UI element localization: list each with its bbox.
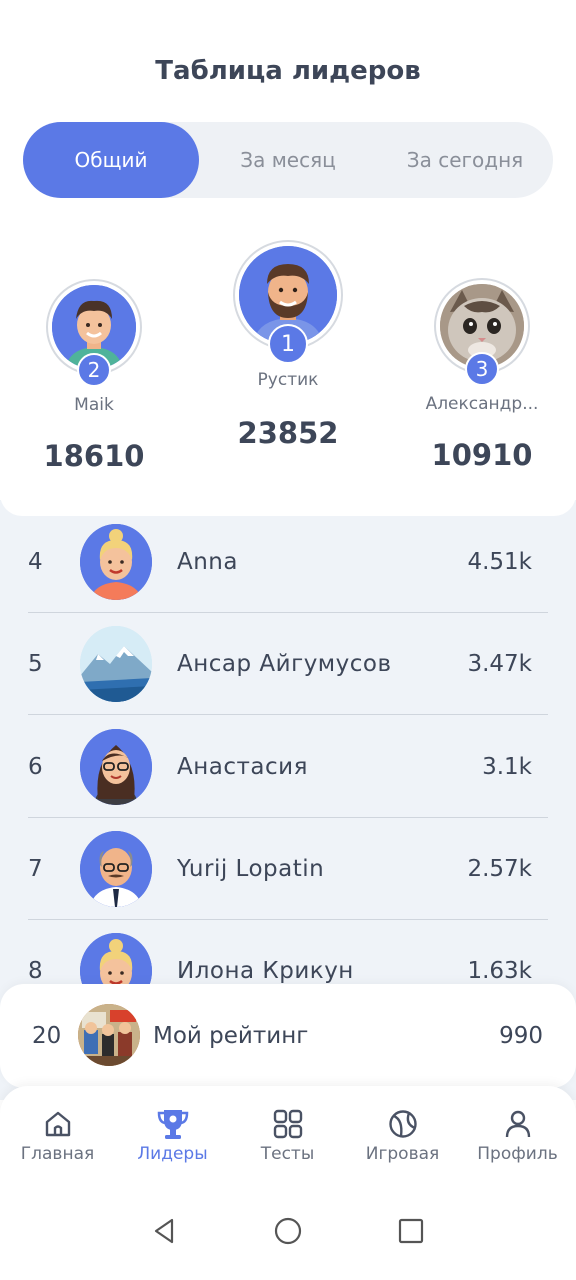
page-title: Таблица лидеров — [155, 56, 421, 86]
woman-glasses-avatar — [80, 729, 152, 805]
nav-label: Главная — [20, 1144, 95, 1164]
nav-home[interactable]: Главная — [0, 1108, 115, 1164]
podium-third[interactable]: 3 Александр... 10910 — [426, 278, 538, 472]
podium-name: Maik — [74, 395, 114, 415]
my-rank-number: 20 — [32, 1023, 62, 1049]
list-item[interactable]: 4 Anna 4.51k — [0, 511, 576, 613]
avatar: 2 — [46, 279, 142, 387]
user-score: 4.51k — [467, 549, 532, 575]
rank-badge: 2 — [77, 353, 111, 387]
my-rating-label: Мой рейтинг — [153, 1023, 309, 1049]
nav-leaders[interactable]: Лидеры — [115, 1108, 230, 1164]
avatar: 1 — [233, 240, 343, 364]
trophy-icon — [157, 1110, 188, 1139]
rank-number: 5 — [28, 651, 43, 677]
bald-man-avatar — [80, 831, 152, 907]
ball-icon — [388, 1110, 417, 1138]
bottom-navigation: Главная Лидеры Тесты Игровая Профиль — [0, 1086, 576, 1196]
user-name: Ансар Айгумусов — [177, 651, 392, 677]
mountain-photo-avatar — [80, 626, 152, 702]
rank-number: 7 — [28, 856, 43, 882]
system-navigation-bar — [0, 1196, 576, 1280]
leaderboard-header-card: Таблица лидеров Общий За месяц За сегодн… — [0, 0, 576, 516]
podium-first[interactable]: 1 Рустик 23852 — [233, 240, 343, 450]
period-tabs: Общий За месяц За сегодня — [23, 122, 553, 198]
nav-label: Игровая — [365, 1144, 440, 1164]
tab-today[interactable]: За сегодня — [377, 122, 553, 198]
podium-score: 23852 — [237, 416, 339, 450]
recents-icon[interactable] — [396, 1216, 426, 1246]
podium-score: 10910 — [431, 438, 533, 472]
user-name: Yurij Lopatin — [177, 856, 325, 882]
rank-number: 6 — [28, 754, 43, 780]
user-score: 3.1k — [482, 754, 532, 780]
user-score: 2.57k — [467, 856, 532, 882]
user-score: 3.47k — [467, 651, 532, 677]
tab-month[interactable]: За месяц — [200, 122, 376, 198]
list-item[interactable]: 7 Yurij Lopatin 2.57k — [0, 818, 576, 920]
nav-label: Профиль — [477, 1144, 558, 1164]
home-icon — [45, 1111, 70, 1137]
rank-number: 4 — [28, 549, 43, 575]
user-name: Анастасия — [177, 754, 308, 780]
avatar: 3 — [434, 278, 530, 386]
nav-label: Лидеры — [137, 1144, 208, 1164]
rank-badge: 3 — [465, 352, 499, 386]
cartoon-photo-avatar — [78, 1004, 140, 1066]
my-rating-card[interactable]: 20 Мой рейтинг 990 — [0, 984, 576, 1088]
podium-second[interactable]: 2 Maik 18610 — [44, 279, 144, 473]
podium-name: Александр... — [425, 394, 539, 414]
my-score: 990 — [499, 1023, 543, 1049]
rank-badge: 1 — [268, 324, 308, 364]
nav-tests[interactable]: Тесты — [230, 1108, 345, 1164]
podium-name: Рустик — [257, 370, 319, 390]
nav-label: Тесты — [260, 1144, 315, 1164]
user-name: Anna — [177, 549, 238, 575]
divider — [28, 714, 548, 715]
podium-score: 18610 — [43, 439, 145, 473]
back-icon[interactable] — [150, 1216, 180, 1246]
list-item[interactable]: 5 Ансар Айгумусов 3.47k — [0, 613, 576, 715]
grid-icon — [273, 1109, 302, 1139]
user-icon — [505, 1110, 530, 1138]
nav-game[interactable]: Игровая — [345, 1108, 460, 1164]
tab-overall[interactable]: Общий — [23, 122, 199, 198]
list-item[interactable]: 6 Анастасия 3.1k — [0, 716, 576, 818]
home-circle-icon[interactable] — [273, 1216, 303, 1246]
blonde-woman-avatar — [80, 524, 152, 600]
nav-profile[interactable]: Профиль — [460, 1108, 575, 1164]
